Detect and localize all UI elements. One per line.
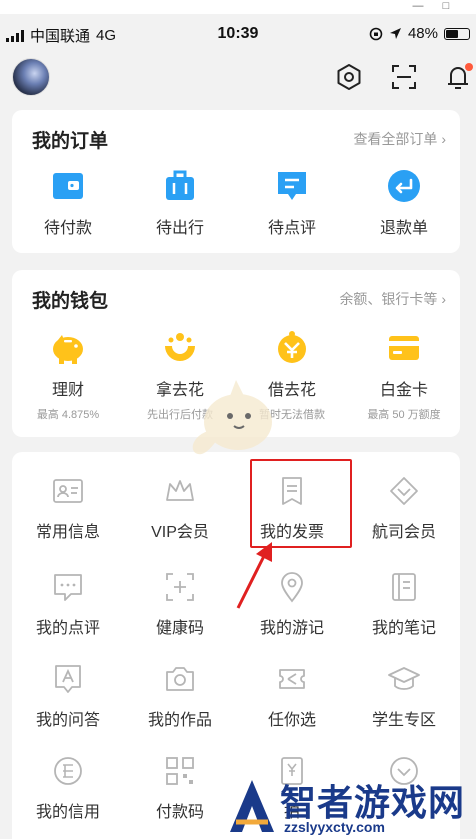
wallet-icon [53, 173, 83, 199]
order-pending-payment-label: 待付款 [43, 220, 92, 237]
ticket-icon [279, 669, 305, 689]
order-pending-travel-label: 待出行 [155, 220, 204, 237]
battery-icon [444, 27, 470, 40]
jqh-icon [278, 331, 306, 363]
service-my-notes-label: 我的笔记 [371, 620, 436, 637]
service-health-code-label: 健康码 [155, 620, 204, 637]
service-payment-code-label: 付款码 [155, 804, 204, 821]
settings-hex-icon[interactable] [334, 62, 364, 92]
battery-percent: 48% [407, 25, 438, 42]
service-any-choice[interactable]: 任你选 [236, 662, 348, 752]
window-controls: — □ [0, 0, 476, 14]
invoice-highlight-box [250, 459, 352, 548]
service-travel-notes-label: 我的游记 [259, 620, 324, 637]
service-my-credit-label: 我的信用 [35, 804, 100, 821]
wallet-platinum-card-label: 白金卡 [379, 382, 428, 399]
credit-icon [54, 757, 82, 785]
service-my-works[interactable]: 我的作品 [124, 662, 236, 752]
refund-icon [388, 170, 420, 202]
bell-icon[interactable] [443, 62, 473, 92]
comment-icon [278, 172, 306, 200]
service-vip[interactable]: VIP会员 [124, 474, 236, 564]
service-common-info[interactable]: 常用信息 [12, 474, 124, 564]
mascot-watermark-icon [192, 380, 272, 455]
service-common-info-label: 常用信息 [35, 524, 100, 541]
health-code-icon [166, 573, 194, 601]
diamond-icon [390, 477, 418, 505]
order-refunds-label: 退款单 [379, 220, 428, 237]
site-watermark: 智者游戏网 zzslyyxcty.com [222, 772, 476, 839]
notebook-icon [392, 573, 416, 601]
wallet-wealth-label: 理财 [51, 382, 84, 399]
id-card-icon [53, 479, 83, 503]
location-arrow-icon [389, 28, 401, 39]
graduation-icon [388, 667, 420, 690]
view-all-orders-link[interactable]: 查看全部订单 › [353, 129, 446, 149]
order-pending-payment[interactable]: 待付款 [12, 166, 124, 238]
service-my-works-label: 我的作品 [147, 712, 212, 729]
service-any-choice-label: 任你选 [267, 712, 316, 729]
profile-header [0, 56, 476, 98]
order-pending-review-label: 待点评 [267, 220, 316, 237]
nqh-icon [165, 333, 195, 361]
wallet-platinum-card-sub: 最高 50 万额度 [367, 409, 441, 421]
qa-icon [55, 665, 81, 693]
wallet-wealth[interactable]: 理财 最高 4.875% [12, 328, 124, 422]
review-icon [54, 574, 82, 601]
service-my-credit[interactable]: 我的信用 [12, 754, 124, 839]
scan-icon[interactable] [389, 62, 419, 92]
service-my-reviews[interactable]: 我的点评 [12, 570, 124, 660]
notification-dot [465, 63, 473, 71]
service-student-zone[interactable]: 学生专区 [348, 662, 460, 752]
avatar[interactable] [12, 58, 50, 96]
service-airline-membership-label: 航司会员 [371, 524, 436, 541]
maximize-button[interactable]: □ [432, 0, 460, 14]
service-my-qa-label: 我的问答 [35, 712, 100, 729]
piggy-bank-icon [53, 335, 83, 364]
wallet-platinum-card[interactable]: 白金卡 最高 50 万额度 [348, 328, 460, 422]
service-payment-code[interactable]: 付款码 [124, 754, 236, 839]
orders-card: 我的订单 查看全部订单 › 待付款 待出行 待点评 退款单 [12, 110, 460, 253]
card-icon [389, 336, 419, 360]
camera-icon [166, 667, 194, 691]
service-airline-membership[interactable]: 航司会员 [348, 474, 460, 564]
order-refunds[interactable]: 退款单 [348, 166, 460, 238]
order-pending-travel[interactable]: 待出行 [124, 166, 236, 238]
qr-code-icon [166, 757, 194, 785]
rotation-lock-icon [369, 27, 383, 40]
wallet-wealth-sub: 最高 4.875% [36, 409, 100, 421]
orders-title: 我的订单 [32, 131, 109, 152]
watermark-logo-icon [230, 780, 274, 832]
service-my-notes[interactable]: 我的笔记 [348, 570, 460, 660]
wallet-title: 我的钱包 [32, 291, 109, 312]
service-health-code[interactable]: 健康码 [124, 570, 236, 660]
order-pending-review[interactable]: 待点评 [236, 166, 348, 238]
status-bar: 中国联通 4G 10:39 48% [0, 22, 476, 48]
minimize-button[interactable]: — [404, 0, 432, 14]
wallet-details-link[interactable]: 余额、银行卡等 › [339, 289, 446, 309]
crown-icon [166, 480, 194, 501]
service-student-zone-label: 学生专区 [371, 712, 436, 729]
annotation-arrow-icon [236, 542, 272, 609]
service-vip-label: VIP会员 [151, 524, 209, 541]
service-my-reviews-label: 我的点评 [35, 620, 100, 637]
watermark-url: zzslyyxcty.com [284, 819, 385, 835]
luggage-icon [166, 170, 194, 200]
service-my-qa[interactable]: 我的问答 [12, 662, 124, 752]
location-icon [281, 572, 303, 603]
